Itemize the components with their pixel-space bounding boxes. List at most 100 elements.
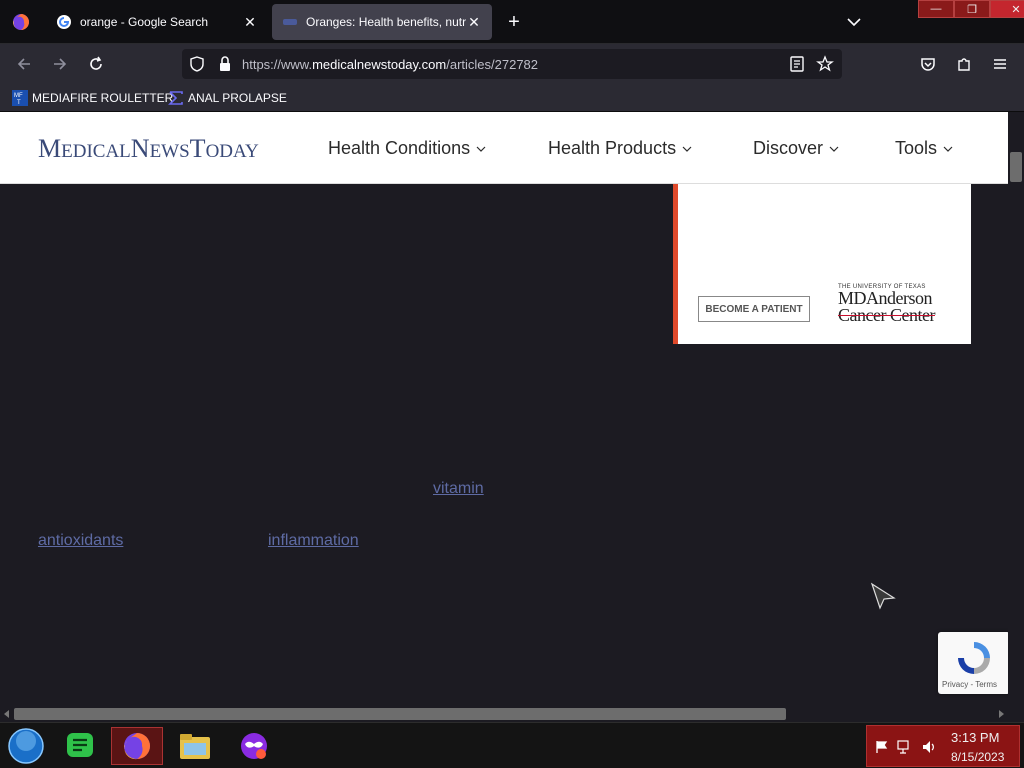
bookmark-label: MEDIAFIRE ROULETTER [32,91,174,105]
taskbar-notes-app[interactable] [54,727,106,765]
plus-icon: + [508,10,520,33]
chevron-down-icon [829,146,839,152]
close-icon: ✕ [1011,3,1021,16]
logo-letter: T [189,134,206,163]
tab-title: Oranges: Health benefits, nutrit [306,15,466,29]
forward-button[interactable] [46,50,74,78]
clock-date[interactable]: 8/15/2023 [951,750,1004,764]
medicalnewstoday-logo[interactable]: MEDICALNEWSTODAY [38,134,259,164]
tab-google-search[interactable]: orange - Google Search ✕ [46,4,268,40]
pocket-button[interactable] [914,50,942,78]
bookmark-anal-prolapse[interactable]: ANAL PROLAPSE [168,88,287,108]
logo-letter: M [38,134,62,163]
bookmark-mediafire-rouletter[interactable]: MF T MEDIAFIRE ROULETTER [12,88,173,108]
app-menu-button[interactable] [986,50,1014,78]
mediafire-favicon-icon: MF T [12,90,28,106]
close-tab-icon[interactable]: ✕ [242,14,258,30]
tab-title: orange - Google Search [80,15,209,29]
firefox-icon [124,733,150,760]
clock-time[interactable]: 3:13 PM [951,730,999,745]
site-header: MEDICALNEWSTODAY Health Conditions Healt… [0,112,1008,184]
horizontal-scrollbar[interactable] [0,706,1008,722]
svg-text:T: T [17,100,21,106]
lock-icon[interactable] [216,55,234,73]
bookmark-label: ANAL PROLAPSE [188,91,287,105]
minimize-icon: — [930,3,942,15]
nav-health-conditions[interactable]: Health Conditions [328,138,486,159]
taskbar-firefox[interactable] [111,727,163,765]
restore-button[interactable]: ❐ [954,0,990,18]
forward-arrow-icon [54,58,67,70]
navigation-toolbar: https://www.medicalnewstoday.com/article… [0,44,1024,84]
taskbar: 3:13 PM 8/15/2023 [0,722,1024,768]
system-tray: 3:13 PM 8/15/2023 [866,725,1020,767]
back-arrow-icon [17,58,30,70]
firefox-icon [13,14,29,31]
mouse-cursor-icon [870,582,896,610]
nav-health-products[interactable]: Health Products [548,138,692,159]
reload-icon [90,56,102,70]
new-tab-button[interactable]: + [500,8,528,36]
url-text[interactable]: https://www.medicalnewstoday.com/article… [242,57,538,72]
hamburger-menu-icon [994,59,1006,69]
back-button[interactable] [10,50,38,78]
taskbar-mask-app[interactable] [228,727,280,765]
firefox-menu-button[interactable] [0,0,42,44]
link-inflammation[interactable]: inflammation [268,532,359,550]
logo-letters: ODAY [205,141,259,162]
nav-tools[interactable]: Tools [895,138,953,159]
reader-view-icon[interactable] [788,55,806,73]
reload-button[interactable] [82,50,110,78]
svg-text:MF: MF [14,93,23,99]
scroll-left-arrow-icon[interactable] [2,709,12,719]
bookmarks-toolbar: MF T MEDIAFIRE ROULETTER ANAL PROLAPSE [0,84,1024,112]
list-all-tabs-button[interactable] [842,10,866,34]
bookmark-star-icon[interactable] [816,55,834,73]
nav-discover[interactable]: Discover [753,138,839,159]
action-center-flag-icon[interactable] [875,740,889,754]
recaptcha-links: Privacy - Terms [942,680,997,689]
page-viewport: MEDICALNEWSTODAY Health Conditions Healt… [0,112,1024,722]
vertical-scrollbar-thumb[interactable] [1010,152,1022,182]
url-host: medicalnewstoday.com [312,57,447,72]
logo-letter: N [130,134,150,163]
horizontal-scrollbar-thumb[interactable] [14,708,786,720]
vertical-scrollbar[interactable] [1008,112,1024,708]
network-icon[interactable] [897,739,913,755]
link-antioxidants[interactable]: antioxidants [38,532,123,550]
start-button[interactable] [0,727,52,765]
sigma-favicon-icon [168,91,183,105]
taskbar-file-explorer[interactable] [169,727,221,765]
mask-app-icon [241,733,267,759]
tab-strip: orange - Google Search ✕ Oranges: Health… [0,0,1024,44]
restore-icon: ❐ [967,3,977,16]
chevron-down-icon [476,146,486,152]
start-orb-icon [8,728,44,764]
become-a-patient-button[interactable]: BECOME A PATIENT [698,296,810,322]
advertisement-banner[interactable]: BECOME A PATIENT THE UNIVERSITY OF TEXAS… [673,184,971,344]
nav-label: Tools [895,138,938,158]
tab-oranges-article[interactable]: Oranges: Health benefits, nutrit ✕ [272,4,492,40]
recaptcha-privacy-link[interactable]: Privacy [942,680,968,689]
volume-icon[interactable] [921,739,937,755]
url-path: /articles/272782 [446,57,539,72]
pocket-icon [921,58,935,71]
extensions-button[interactable] [950,50,978,78]
tracking-protection-shield-icon[interactable] [188,55,206,73]
chevron-down-icon [943,146,953,152]
url-prefix: https://www. [242,57,313,72]
logo-letters: EWS [149,141,190,162]
md-anderson-logo: THE UNIVERSITY OF TEXAS MDAnderson Cance… [838,284,962,324]
window-controls: — ❐ ✕ [918,0,1024,18]
recaptcha-terms-link[interactable]: Terms [975,680,997,689]
link-vitamin[interactable]: vitamin [433,480,484,498]
chevron-down-icon [682,146,692,152]
address-bar[interactable]: https://www.medicalnewstoday.com/article… [182,49,842,79]
close-window-button[interactable]: ✕ [990,0,1024,18]
recaptcha-badge[interactable]: Privacy - Terms [938,632,1010,694]
minimize-button[interactable]: — [918,0,954,18]
scroll-right-arrow-icon[interactable] [996,709,1006,719]
nav-label: Health Conditions [328,138,471,158]
nav-label: Health Products [548,138,677,158]
close-tab-icon[interactable]: ✕ [466,14,482,30]
